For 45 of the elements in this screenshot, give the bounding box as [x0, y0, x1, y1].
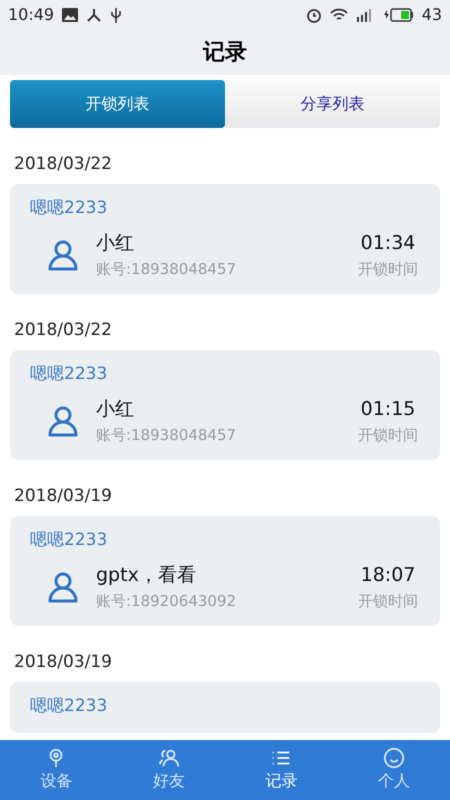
- usb-icon: [110, 7, 122, 23]
- user-name: gptx，看看: [96, 563, 197, 588]
- record-date: 2018/03/22: [13, 319, 113, 342]
- wifi-icon: [330, 8, 348, 22]
- unlock-time-label: 开锁时间: [358, 258, 418, 280]
- user-icon: [48, 238, 78, 270]
- account-number: 账号:18920643092: [96, 590, 238, 612]
- user-name: 小红: [96, 231, 135, 256]
- account-number: 账号:18938048457: [96, 424, 238, 446]
- tab[interactable]: 开锁列表: [10, 80, 225, 128]
- people-icon: [158, 747, 180, 769]
- device-name: 嗯嗯2233: [30, 528, 108, 552]
- status-time: 10:49: [8, 4, 54, 26]
- nav-tab[interactable]: 设备: [0, 740, 112, 800]
- record-card[interactable]: 嗯嗯2233: [10, 682, 440, 733]
- unlock-time: 01:15: [360, 397, 416, 422]
- image-icon: [62, 8, 78, 22]
- user-icon: [48, 570, 78, 602]
- record-card[interactable]: 嗯嗯2233 小红 账号:18938048457 01:34 开锁时间: [10, 184, 440, 294]
- share-icon: [86, 7, 102, 23]
- unlock-time: 01:34: [360, 231, 416, 256]
- record-card[interactable]: 嗯嗯2233 小红 账号:18938048457 01:15 开锁时间: [10, 350, 440, 460]
- record-date: 2018/03/22: [13, 153, 113, 176]
- signal-icon: [356, 8, 374, 22]
- account-number: 账号:18938048457: [96, 258, 238, 280]
- record-date: 2018/03/19: [13, 651, 113, 674]
- device-name: 嗯嗯2233: [30, 694, 108, 718]
- nav-tab[interactable]: 个人: [338, 740, 450, 800]
- unlock-time-label: 开锁时间: [358, 424, 418, 446]
- nav-tab[interactable]: 好友: [112, 740, 225, 800]
- device-name: 嗯嗯2233: [30, 196, 108, 220]
- device-name: 嗯嗯2233: [30, 362, 108, 386]
- user-name: 小红: [96, 397, 135, 422]
- battery-icon: [382, 8, 414, 22]
- tab[interactable]: 分享列表: [225, 80, 440, 128]
- unlock-time-label: 开锁时间: [358, 590, 418, 612]
- battery-level: 43: [422, 4, 442, 26]
- alarm-icon: [306, 7, 322, 23]
- record-card[interactable]: 嗯嗯2233 gptx，看看 账号:18920643092 18:07 开锁时间: [10, 516, 440, 626]
- user-icon: [48, 404, 78, 436]
- page-title: 记录: [203, 39, 247, 67]
- record-date: 2018/03/19: [13, 485, 113, 508]
- unlock-time: 18:07: [360, 563, 416, 588]
- smiley-icon: [382, 747, 405, 769]
- nav-tab[interactable]: 记录: [225, 740, 338, 800]
